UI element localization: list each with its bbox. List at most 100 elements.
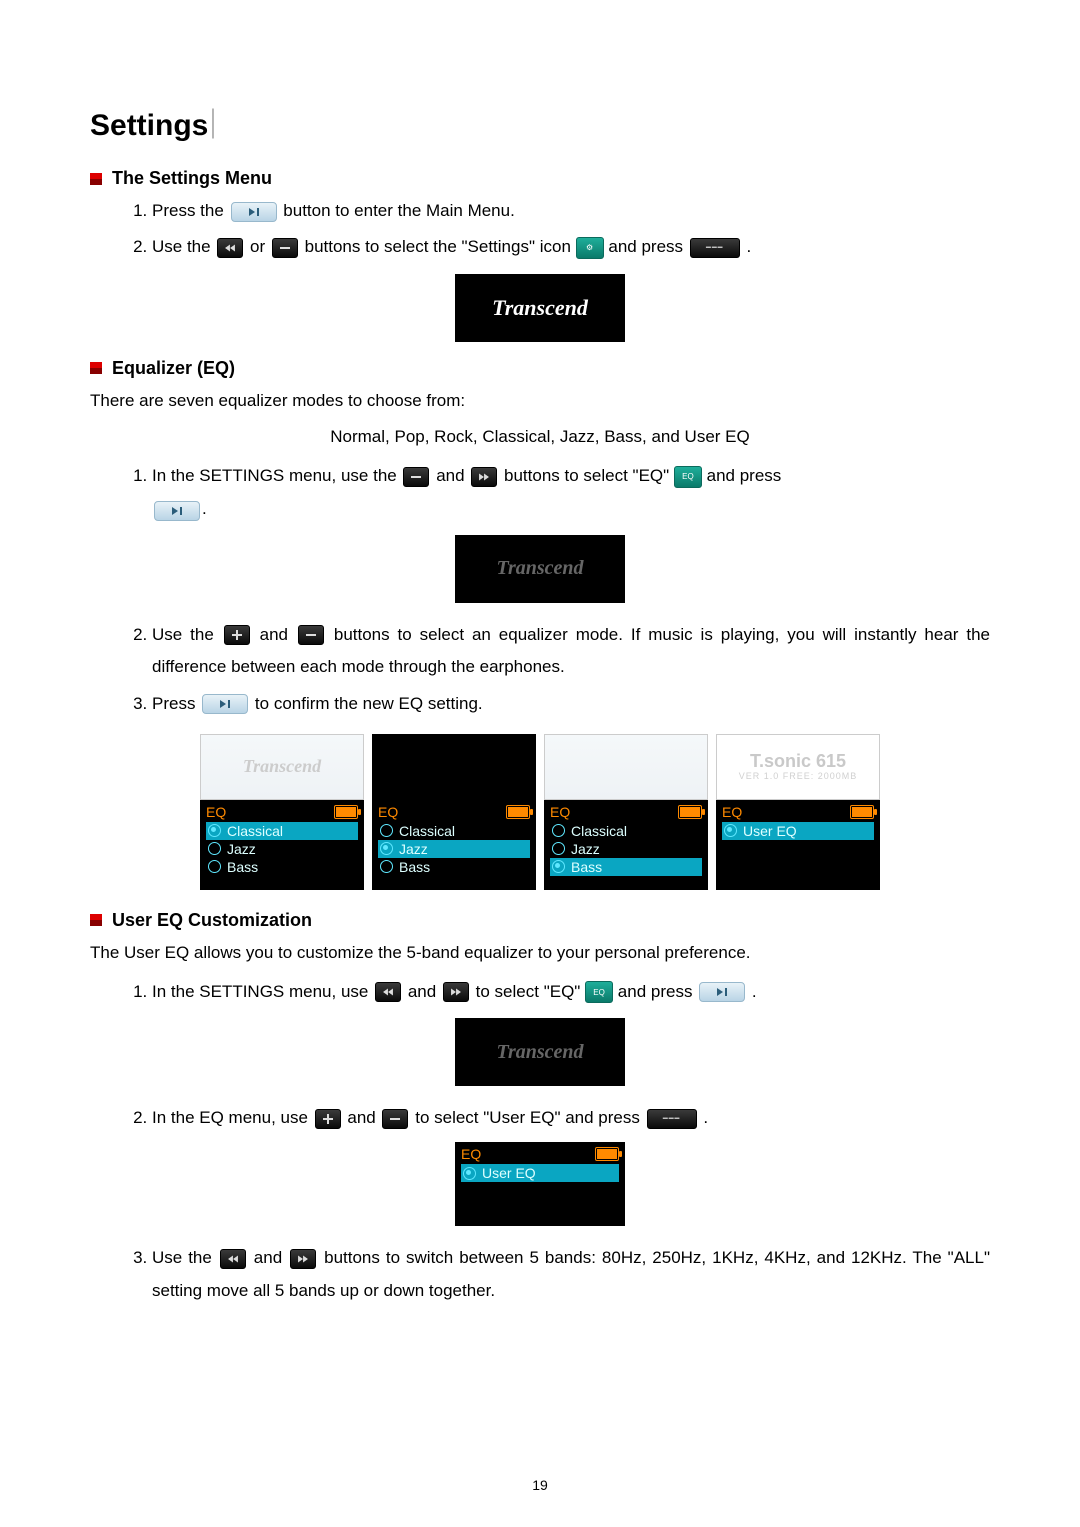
text: and press <box>618 982 697 1001</box>
eq-app-icon: EQ <box>674 466 702 488</box>
eq-steps-cont: Use the and buttons to select an equaliz… <box>130 619 990 720</box>
eq-step-3: Press to confirm the new EQ setting. <box>152 688 990 720</box>
usereq-lcd-panel: EQ User EQ <box>455 1142 625 1226</box>
section-settings-menu: The Settings Menu <box>90 168 990 189</box>
bullet-icon <box>90 173 102 185</box>
rewind-button-icon <box>375 982 401 1002</box>
tsonic-title: T.sonic 615 <box>750 751 846 771</box>
text: button to enter the Main Menu. <box>283 201 515 220</box>
text: and <box>436 466 469 485</box>
eq-option-usereq: User EQ <box>461 1164 619 1182</box>
play-pause-button-icon <box>202 694 248 714</box>
eq-panel-body: EQ Classical Jazz Bass <box>200 800 364 890</box>
eq-panel-body: EQ User EQ <box>716 800 880 890</box>
section-heading: The Settings Menu <box>112 168 272 189</box>
eq-panel-body: EQ Classical Jazz Bass <box>544 800 708 890</box>
eq-intro: There are seven equalizer modes to choos… <box>90 387 990 416</box>
settings-app-icon: ⚙ <box>576 237 604 259</box>
lcd-transcend-1: Transcend <box>455 274 625 342</box>
rewind-button-icon <box>220 1249 246 1269</box>
eq-option-jazz: Jazz <box>550 840 702 858</box>
eq-option-classical: Classical <box>206 822 358 840</box>
step-1: Press the button to enter the Main Menu. <box>152 195 990 227</box>
text: In the SETTINGS menu, use <box>152 982 373 1001</box>
plus-button-icon <box>315 1109 341 1129</box>
text: to select "EQ" <box>476 982 585 1001</box>
lcd-text: Transcend <box>496 1041 583 1064</box>
text: . <box>752 982 757 1001</box>
play-pause-button-icon <box>699 982 745 1002</box>
text: . <box>202 499 207 518</box>
text: buttons to select the "Settings" icon <box>305 237 576 256</box>
eq-app-icon: EQ <box>585 981 613 1003</box>
text: and <box>260 625 296 644</box>
usereq-steps-2: In the EQ menu, use and to select "User … <box>130 1102 990 1134</box>
eq-option-classical: Classical <box>550 822 702 840</box>
lcd-transcend-2: Transcend <box>455 535 625 603</box>
eq-option-classical: Classical <box>378 822 530 840</box>
eq-step-1: In the SETTINGS menu, use the and button… <box>152 460 990 525</box>
text: and <box>408 982 441 1001</box>
usereq-steps-3: Use the and buttons to switch between 5 … <box>130 1242 990 1307</box>
tsonic-sub: VER 1.0 FREE: 2000MB <box>739 772 858 782</box>
eq-modes: Normal, Pop, Rock, Classical, Jazz, Bass… <box>90 423 990 452</box>
lcd-text: Transcend <box>496 557 583 580</box>
section-user-eq: User EQ Customization <box>90 910 990 931</box>
title-text: Settings <box>90 109 208 142</box>
bullet-icon <box>90 362 102 374</box>
eq-option-bass: Bass <box>206 858 358 876</box>
usereq-intro: The User EQ allows you to customize the … <box>90 939 990 968</box>
eq-label: EQ <box>461 1146 481 1162</box>
eq-option-bass: Bass <box>550 858 702 876</box>
enter-button-icon: ━━━ <box>690 238 740 258</box>
text: Press the <box>152 201 229 220</box>
usereq-step-1: In the SETTINGS menu, use and to select … <box>152 976 990 1008</box>
text: . <box>747 237 752 256</box>
eq-option-bass: Bass <box>378 858 530 876</box>
section-equalizer: Equalizer (EQ) <box>90 358 990 379</box>
page-number: 19 <box>0 1477 1080 1493</box>
usereq-step-2: In the EQ menu, use and to select "User … <box>152 1102 990 1134</box>
battery-icon <box>850 805 874 819</box>
forward-button-icon <box>290 1249 316 1269</box>
battery-icon <box>595 1147 619 1161</box>
plus-button-icon <box>224 625 250 645</box>
page-title: Settings︳ <box>90 100 990 144</box>
section-heading: User EQ Customization <box>112 910 312 931</box>
battery-icon <box>506 805 530 819</box>
lcd-transcend-3: Transcend <box>455 1018 625 1086</box>
eq-panel-top <box>372 734 536 800</box>
eq-panel-2: EQ Classical Jazz Bass <box>372 734 536 890</box>
forward-button-icon <box>471 467 497 487</box>
eq-label: EQ <box>722 804 742 820</box>
text: Use the <box>152 625 222 644</box>
play-pause-button-icon <box>154 501 200 521</box>
rewind-button-icon <box>217 238 243 258</box>
text: to confirm the new EQ setting. <box>255 694 483 713</box>
text: Use the <box>152 1248 218 1267</box>
battery-icon <box>334 805 358 819</box>
text: buttons to select "EQ" <box>504 466 674 485</box>
battery-icon <box>678 805 702 819</box>
eq-option-jazz: Jazz <box>378 840 530 858</box>
eq-panel-body: EQ Classical Jazz Bass <box>372 800 536 890</box>
eq-option-usereq: User EQ <box>722 822 874 840</box>
eq-label: EQ <box>378 804 398 820</box>
usereq-steps: In the SETTINGS menu, use and to select … <box>130 976 990 1008</box>
eq-option-jazz: Jazz <box>206 840 358 858</box>
text: Press <box>152 694 200 713</box>
eq-panel-top <box>544 734 708 800</box>
minus-button-icon <box>403 467 429 487</box>
eq-steps: In the SETTINGS menu, use the and button… <box>130 460 990 525</box>
forward-button-icon <box>443 982 469 1002</box>
eq-panel-top: Transcend <box>200 734 364 800</box>
text: In the EQ menu, use <box>152 1108 313 1127</box>
usereq-step-3: Use the and buttons to switch between 5 … <box>152 1242 990 1307</box>
eq-panel-3: EQ Classical Jazz Bass <box>544 734 708 890</box>
eq-label: EQ <box>206 804 226 820</box>
eq-panels-row: Transcend EQ Classical Jazz Bass EQ Clas… <box>200 734 880 890</box>
eq-panel-4: T.sonic 615VER 1.0 FREE: 2000MB EQ User … <box>716 734 880 890</box>
minus-button-icon <box>382 1109 408 1129</box>
eq-step-2: Use the and buttons to select an equaliz… <box>152 619 990 684</box>
bullet-icon <box>90 914 102 926</box>
